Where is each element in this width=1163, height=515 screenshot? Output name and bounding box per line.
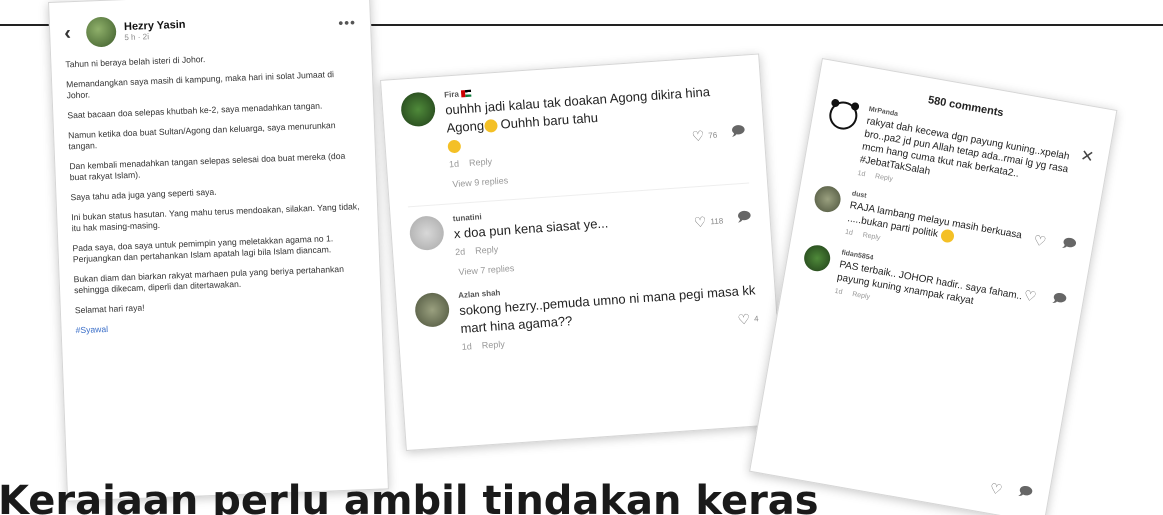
comment-actions: ♡ 4 (737, 310, 759, 328)
comment-time: 1d (461, 341, 473, 352)
comment-item: Fira ouhhh jadi kalau tak doakan Agong d… (400, 70, 747, 173)
post-hashtag[interactable]: #Syawal (75, 314, 367, 336)
page-headline: Kerajaan perlu ambil tindakan keras (0, 478, 819, 515)
heart-icon[interactable]: ♡ (737, 311, 751, 329)
comment-icon[interactable]: 🗩 (1016, 482, 1034, 506)
post-paragraph: Saya tahu ada juga yang seperti saya. (70, 186, 217, 203)
post-paragraph: Dan kembali menadahkan tangan selepas se… (69, 150, 346, 183)
reply-link[interactable]: Reply (874, 173, 893, 183)
panda-avatar[interactable] (827, 99, 860, 132)
comment-time: 1d (856, 169, 866, 179)
comment-icon[interactable]: 🗩 (736, 207, 752, 230)
comments-card: Fira ouhhh jadi kalau tak doakan Agong d… (380, 53, 786, 452)
reply-link[interactable]: Reply (469, 156, 493, 168)
avatar[interactable] (85, 16, 117, 48)
heart-icon[interactable]: ♡ (1022, 286, 1038, 305)
reply-link[interactable]: Reply (862, 232, 881, 242)
post-time: 5 h · 2ⅰ (124, 31, 150, 42)
post-paragraph: Selamat hari raya! (74, 302, 145, 316)
comment-actions: ♡ 🗩 (988, 477, 1034, 506)
post-paragraph: Memandangkan saya masih di kampung, maka… (65, 69, 335, 101)
reply-link[interactable]: Reply (852, 291, 871, 301)
emoji-icon (447, 139, 462, 154)
like-count: 118 (710, 215, 724, 226)
reply-link[interactable]: Reply (481, 339, 505, 351)
commenter-avatar[interactable] (408, 214, 445, 252)
like-count: 76 (707, 130, 718, 140)
comment-actions: ♡ 76 🗩 (691, 122, 746, 148)
post-paragraph: Pada saya, doa saya untuk pemimpin yang … (72, 233, 334, 265)
heart-icon[interactable]: ♡ (691, 127, 705, 145)
heart-icon[interactable]: ♡ (988, 479, 1004, 498)
comment-time: 1d (844, 228, 854, 238)
commenter-avatar[interactable] (400, 91, 437, 128)
commenter-avatar[interactable] (802, 243, 833, 274)
comment-icon[interactable]: 🗩 (1060, 234, 1078, 258)
more-options-icon[interactable]: ••• (338, 14, 356, 31)
commenter-avatar[interactable] (414, 291, 451, 329)
commenter-name[interactable]: Fira (444, 90, 459, 100)
comment-time: 1d (834, 287, 843, 297)
comment-actions: ♡ 118 🗩 (693, 207, 752, 233)
post-paragraph: Saat bacaan doa selepas khutbah ke-2, sa… (67, 100, 323, 121)
facebook-post-card: ‹ Hezry Yasin 5 h · 2ⅰ ••• Tahun ni bera… (48, 0, 389, 502)
post-paragraph: Tahun ni beraya belah isteri di Johor. (65, 54, 206, 70)
comment-text-cont: Ouhhh baru tahu (496, 109, 599, 132)
reply-link[interactable]: Reply (475, 244, 499, 256)
post-paragraph: Ini bukan status hasutan. Yang mahu teru… (71, 201, 360, 234)
flag-icon (460, 90, 472, 98)
comment-icon[interactable]: 🗩 (730, 122, 746, 145)
comment-time: 2d (454, 246, 466, 258)
emoji-icon (483, 119, 498, 133)
post-paragraph: Bukan diam dan biarkan rakyat marhaen pu… (73, 263, 345, 296)
tiktok-comments-card: 580 comments ✕ MrPanda rakyat dah kecewa… (749, 58, 1118, 515)
post-header: ‹ Hezry Yasin 5 h · 2ⅰ ••• (64, 5, 357, 50)
post-author[interactable]: Hezry Yasin (124, 18, 186, 32)
post-paragraph: Namun ketika doa buat Sultan/Agong dan k… (67, 120, 336, 152)
back-arrow-icon[interactable]: ‹ (64, 21, 79, 45)
emoji-icon (939, 228, 955, 244)
like-count: 4 (753, 314, 759, 324)
heart-icon[interactable]: ♡ (693, 213, 707, 231)
comment-time: 1d (448, 158, 460, 170)
comment-item: Azlan shah sokong hezry..pemuda umno ni … (414, 270, 759, 355)
commenter-avatar[interactable] (812, 184, 843, 215)
heart-icon[interactable]: ♡ (1032, 231, 1047, 250)
comment-icon[interactable]: 🗩 (1050, 289, 1068, 313)
